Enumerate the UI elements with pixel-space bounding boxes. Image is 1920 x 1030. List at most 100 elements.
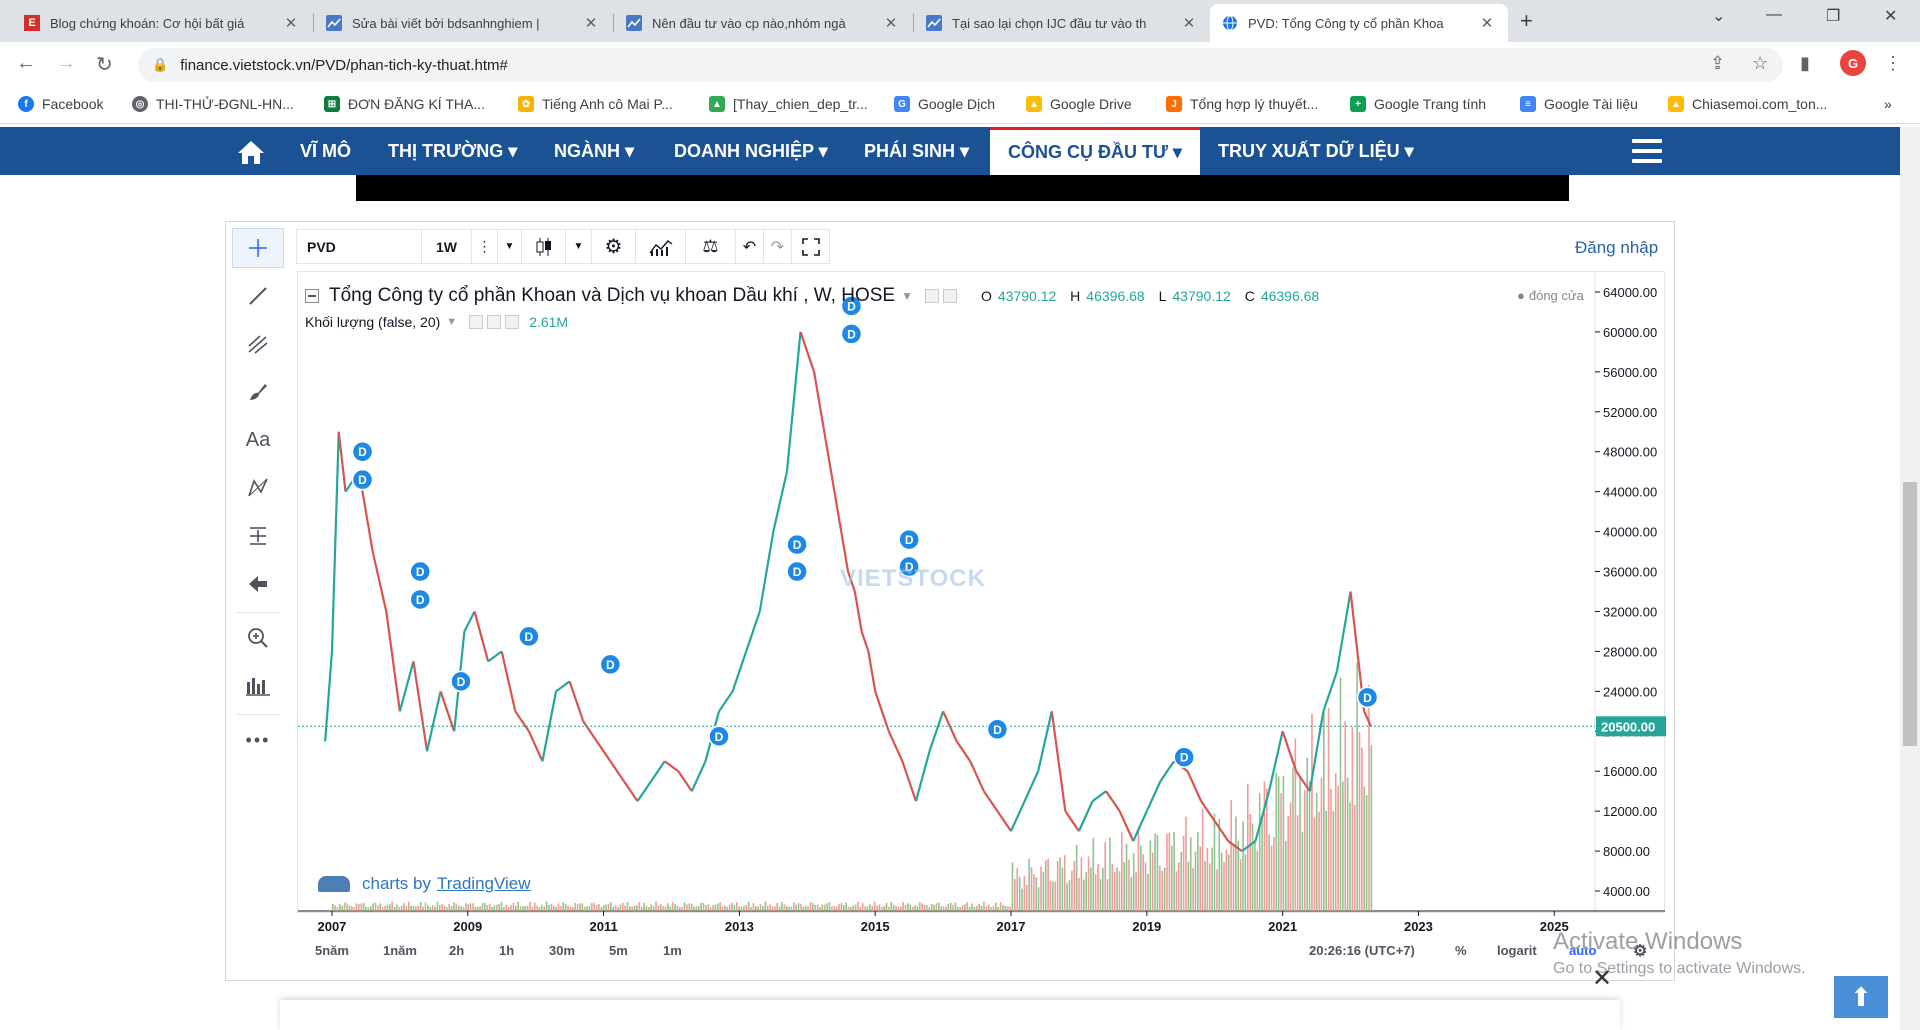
volume-bar bbox=[664, 906, 667, 911]
volume-bar bbox=[707, 904, 710, 911]
percent-toggle[interactable]: % bbox=[1455, 943, 1467, 958]
price-segment bbox=[901, 760, 917, 802]
volume-bar bbox=[1251, 823, 1254, 911]
volume-bar bbox=[424, 902, 427, 911]
volume-bar bbox=[814, 904, 817, 911]
range-5y[interactable]: 5năm bbox=[315, 943, 349, 958]
volume-bar bbox=[938, 902, 940, 911]
volume-bar bbox=[1216, 869, 1218, 911]
volume-bar bbox=[878, 904, 881, 911]
volume-bar bbox=[1071, 870, 1073, 911]
scrollbar-thumb[interactable] bbox=[1903, 482, 1917, 746]
range-30m[interactable]: 30m bbox=[549, 943, 575, 958]
volume-bar bbox=[564, 903, 567, 911]
volume-bar bbox=[1059, 857, 1061, 911]
volume-bar bbox=[973, 906, 976, 911]
volume-bar bbox=[1296, 815, 1299, 911]
x-tick-label: 2023 bbox=[1404, 919, 1433, 934]
volume-bar bbox=[964, 904, 966, 911]
volume-bar bbox=[966, 901, 969, 911]
dividend-marker-label: D bbox=[793, 538, 802, 552]
close-overlay-icon[interactable]: ✕ bbox=[1592, 964, 1612, 993]
volume-bar bbox=[462, 907, 465, 911]
x-tick-label: 2017 bbox=[997, 919, 1026, 934]
volume-bar bbox=[976, 906, 978, 911]
volume-bar bbox=[339, 904, 341, 911]
chart-legend: Tổng Công ty cổ phần Khoan và Dịch vụ kh… bbox=[305, 285, 1319, 307]
volume-bar bbox=[381, 906, 384, 911]
eye-icon[interactable] bbox=[469, 315, 484, 329]
price-segment bbox=[1132, 810, 1148, 842]
range-1m[interactable]: 1m bbox=[663, 943, 682, 958]
price-segment bbox=[758, 531, 775, 612]
volume-bar bbox=[505, 904, 508, 911]
price-segment bbox=[867, 651, 877, 692]
volume-bar bbox=[752, 903, 755, 911]
volume-bar bbox=[550, 904, 553, 911]
volume-bar bbox=[693, 906, 695, 911]
volume-bar bbox=[933, 904, 935, 911]
range-1h[interactable]: 1h bbox=[499, 943, 514, 958]
legend-dropdown-icon[interactable]: ▼ bbox=[901, 289, 913, 303]
volume-bar bbox=[493, 905, 496, 911]
volume-bar bbox=[1163, 867, 1166, 911]
collapse-legend-icon[interactable] bbox=[305, 289, 319, 303]
price-segment bbox=[969, 760, 985, 792]
volume-bar bbox=[638, 901, 641, 911]
volume-dropdown-icon[interactable]: ▼ bbox=[446, 316, 457, 328]
volume-bar bbox=[629, 906, 631, 911]
volume-bar bbox=[405, 905, 408, 911]
volume-bar bbox=[465, 903, 467, 911]
volume-bar bbox=[348, 905, 351, 911]
volume-bar bbox=[334, 905, 336, 911]
volume-bar bbox=[911, 906, 914, 911]
volume-bar bbox=[545, 901, 548, 911]
price-segment bbox=[324, 651, 334, 742]
scroll-to-top-button[interactable]: ⬆ bbox=[1834, 976, 1888, 1018]
price-segment bbox=[1213, 820, 1230, 842]
volume-bar bbox=[831, 906, 833, 911]
tradingview-link[interactable]: TradingView bbox=[437, 874, 531, 894]
volume-bar bbox=[607, 903, 610, 911]
remove-icon[interactable] bbox=[505, 315, 520, 329]
volume-bar bbox=[1066, 883, 1068, 911]
price-segment bbox=[1105, 790, 1121, 812]
chart-title: Tổng Công ty cổ phần Khoan và Dịch vụ kh… bbox=[329, 285, 896, 306]
volume-bar bbox=[384, 905, 386, 911]
y-tick-label: 24000.00 bbox=[1603, 684, 1657, 699]
legend-settings-icon[interactable] bbox=[942, 289, 957, 303]
range-2h[interactable]: 2h bbox=[449, 943, 464, 958]
volume-bar bbox=[1011, 862, 1014, 911]
volume-bar bbox=[571, 907, 574, 911]
volume-bar bbox=[1037, 887, 1040, 911]
volume-bar bbox=[541, 904, 543, 911]
volume-bar bbox=[1256, 850, 1259, 911]
volume-bar bbox=[417, 905, 420, 911]
volume-bar bbox=[574, 902, 576, 911]
volume-bar bbox=[1085, 871, 1087, 911]
volume-bar bbox=[655, 901, 657, 911]
volume-bar bbox=[386, 904, 389, 911]
tradingview-branding[interactable]: charts by TradingView bbox=[318, 874, 531, 894]
price-segment bbox=[1145, 780, 1162, 812]
clock-time: 20:26:16 (UTC+7) bbox=[1309, 943, 1415, 958]
eye-icon[interactable] bbox=[924, 289, 939, 303]
volume-bar bbox=[788, 906, 790, 911]
range-5m[interactable]: 5m bbox=[609, 943, 628, 958]
log-toggle[interactable]: logarit bbox=[1497, 943, 1537, 958]
volume-bar bbox=[614, 905, 617, 911]
price-segment bbox=[1335, 591, 1352, 672]
volume-bar bbox=[1116, 867, 1118, 911]
volume-bar bbox=[1223, 862, 1225, 911]
volume-bar bbox=[743, 905, 745, 911]
activate-windows-sub: Go to Settings to activate Windows. bbox=[1553, 960, 1806, 977]
volume-bar bbox=[702, 902, 705, 911]
dividend-marker-label: D bbox=[715, 730, 724, 744]
volume-bar bbox=[388, 904, 391, 911]
price-segment bbox=[785, 331, 802, 472]
price-segment bbox=[1091, 790, 1107, 803]
range-1y[interactable]: 1năm bbox=[383, 943, 417, 958]
volume-bar bbox=[992, 905, 995, 911]
volume-settings-icon[interactable] bbox=[487, 315, 502, 329]
volume-bar bbox=[1054, 881, 1057, 911]
